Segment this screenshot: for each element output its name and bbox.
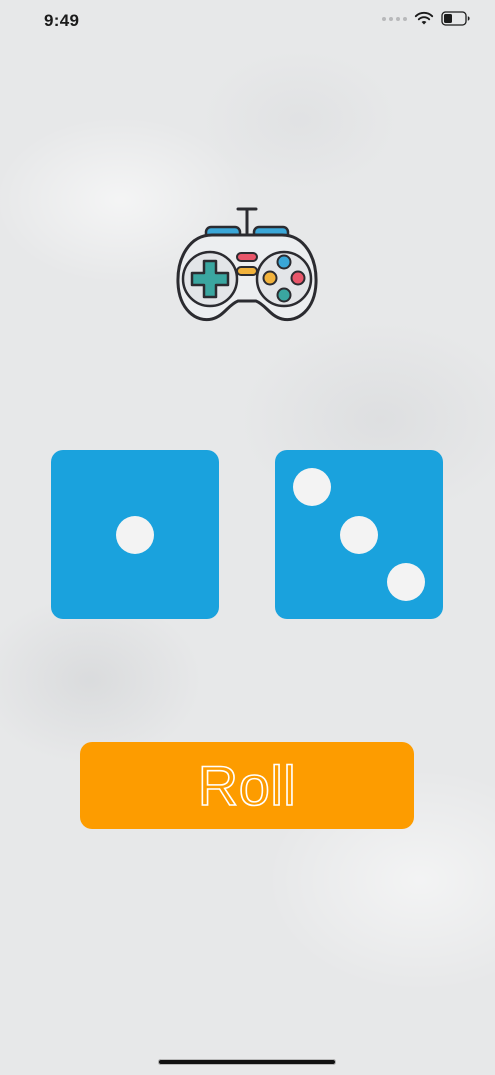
die-pip — [293, 468, 331, 506]
die-left — [51, 450, 219, 619]
home-indicator[interactable] — [158, 1059, 336, 1065]
roll-button-label: Roll — [197, 753, 297, 817]
status-bar: 9:49 — [0, 0, 495, 44]
battery-icon — [441, 11, 470, 26]
die-right — [275, 450, 443, 619]
status-time: 9:49 — [44, 11, 80, 30]
die-pip — [340, 516, 378, 554]
die-pip — [116, 516, 154, 554]
die-pip — [387, 563, 425, 601]
wifi-icon — [414, 11, 434, 25]
roll-button[interactable]: Roll — [80, 742, 414, 829]
signal-dots-icon — [382, 16, 407, 21]
gamepad-icon — [176, 207, 318, 322]
status-icons — [382, 11, 471, 26]
